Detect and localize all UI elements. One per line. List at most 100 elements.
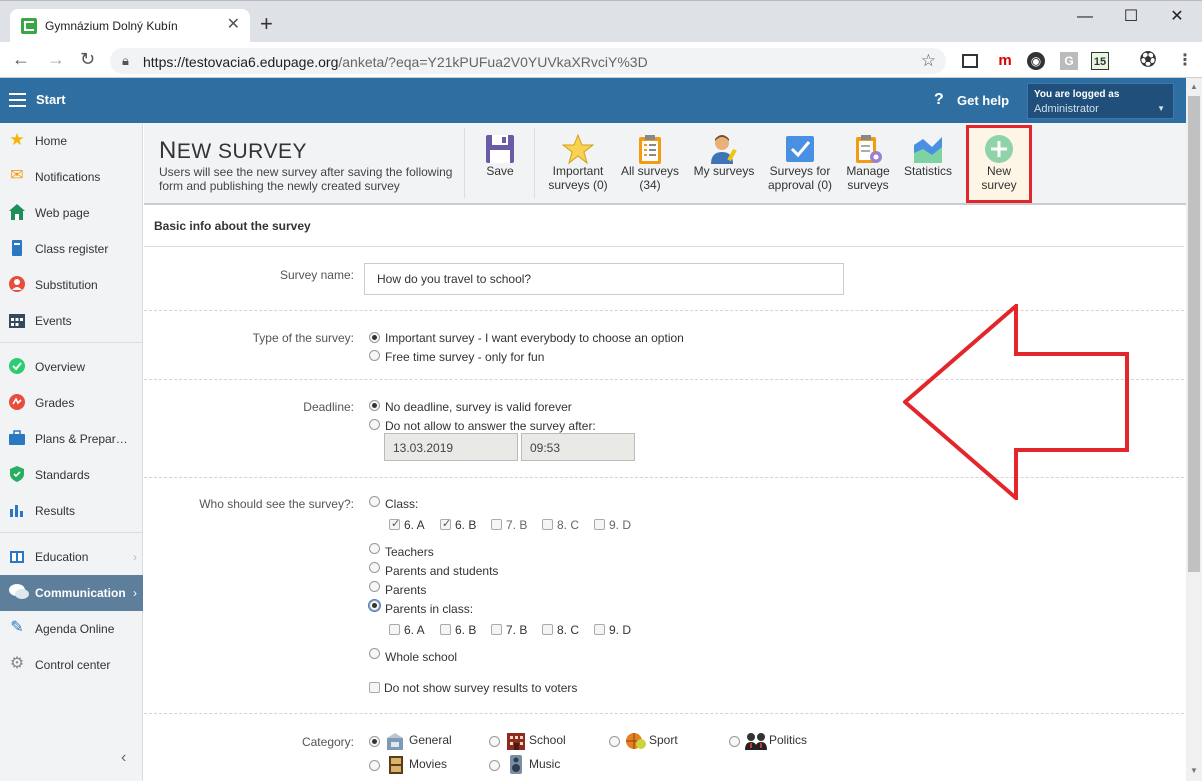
collapse-sidebar-icon[interactable]: ‹ xyxy=(121,749,126,767)
sidebar-item-substitution[interactable]: Substitution xyxy=(0,267,143,303)
no-deadline-option: No deadline, survey is valid forever xyxy=(385,400,572,414)
class-6b-checkbox[interactable] xyxy=(440,517,451,530)
browser-toolbar: ← → ↻ 🔒︎ https://testovacia6.edupage.org… xyxy=(0,42,1202,78)
class-8c-checkbox[interactable] xyxy=(542,519,553,530)
lock-icon: 🔒︎ xyxy=(122,53,129,68)
save-button[interactable]: Save xyxy=(471,128,529,200)
new-survey-button[interactable]: New survey xyxy=(966,125,1032,203)
new-tab-button[interactable]: + xyxy=(260,13,273,35)
sidebar-item-education[interactable]: Education › xyxy=(0,539,143,575)
bookmark-star-icon[interactable]: ☆ xyxy=(921,51,936,71)
parents-radio[interactable] xyxy=(369,581,380,592)
toolbar-divider xyxy=(534,128,535,198)
back-icon[interactable]: ← xyxy=(12,50,30,68)
sidebar-item-results[interactable]: Results xyxy=(0,493,143,529)
important-surveys-button[interactable]: Important surveys (0) xyxy=(544,128,612,200)
user-name: Administrator xyxy=(1034,103,1099,115)
category-politics-radio[interactable] xyxy=(729,736,740,747)
g-extension-icon[interactable]: G xyxy=(1060,52,1078,70)
calendar-extension-icon[interactable]: 15 xyxy=(1091,52,1109,70)
sidebar-item-agenda-online[interactable]: ✎ Agenda Online xyxy=(0,611,143,647)
sidebar-item-class-register[interactable]: Class register xyxy=(0,231,143,267)
parents-class-9d-checkbox[interactable] xyxy=(594,624,605,635)
parents-students-radio[interactable] xyxy=(369,562,380,573)
parents-class-9d-label: 9. D xyxy=(609,623,632,637)
house-icon xyxy=(8,203,26,221)
sidebar-item-grades[interactable]: Grades xyxy=(0,385,143,421)
class-8c-label: 8. C xyxy=(557,518,580,532)
whole-school-option: Whole school xyxy=(385,650,458,664)
scroll-down-icon[interactable]: ▼ xyxy=(1190,766,1198,775)
survey-name-input[interactable]: How do you travel to school? xyxy=(364,263,844,295)
parents-class-8c-checkbox[interactable] xyxy=(542,624,553,635)
deadline-after-radio[interactable] xyxy=(369,419,380,430)
sidebar-item-web-page[interactable]: Web page xyxy=(0,195,143,231)
parents-class-6a-checkbox[interactable] xyxy=(389,624,400,635)
deadline-time-input[interactable]: 09:53 xyxy=(521,433,635,461)
all-surveys-button[interactable]: All surveys (34) xyxy=(618,128,682,200)
surveys-for-approval-button[interactable]: Surveys for approval (0) xyxy=(764,128,836,200)
chevron-right-icon: › xyxy=(133,550,137,564)
manage-surveys-button[interactable]: Manage surveys xyxy=(840,128,896,200)
m-extension-icon[interactable]: m xyxy=(996,52,1014,70)
parents-in-class-option: Parents in class: xyxy=(385,602,474,616)
chevron-down-icon: ▼ xyxy=(1157,104,1165,113)
forward-icon[interactable]: → xyxy=(47,50,65,68)
scroll-thumb[interactable] xyxy=(1188,96,1200,572)
sidebar-item-overview[interactable]: Overview xyxy=(0,349,143,385)
category-sport-radio[interactable] xyxy=(609,736,620,747)
my-surveys-button[interactable]: My surveys xyxy=(690,128,758,200)
class-radio[interactable] xyxy=(369,496,380,507)
url-bar[interactable]: 🔒︎ https://testovacia6.edupage.org/anket… xyxy=(110,48,946,74)
hamburger-menu-icon[interactable] xyxy=(9,93,26,107)
get-help-link[interactable]: Get help xyxy=(957,93,1009,108)
category-general-radio[interactable] xyxy=(369,736,380,747)
sidebar-item-label: Grades xyxy=(35,396,75,410)
parents-in-class-radio[interactable] xyxy=(368,599,381,612)
free-time-survey-radio[interactable] xyxy=(369,350,380,361)
sidebar-item-plans[interactable]: Plans & Prepar… xyxy=(0,421,143,457)
menu-dots-icon[interactable]: ⋮ xyxy=(1176,52,1194,70)
sidebar-item-home[interactable]: ★ Home xyxy=(0,123,143,159)
sidebar-item-communication[interactable]: Communication › xyxy=(0,575,143,611)
profile-extension-icon[interactable]: ⚽︎ xyxy=(1139,52,1157,70)
no-deadline-radio[interactable] xyxy=(369,400,380,411)
class-9d-checkbox[interactable] xyxy=(594,519,605,530)
parents-students-option: Parents and students xyxy=(385,564,499,578)
envelope-icon: ✉ xyxy=(10,167,24,184)
class-7b-checkbox[interactable] xyxy=(491,519,502,530)
deadline-date-input[interactable]: 13.03.2019 xyxy=(384,433,518,461)
sidebar-item-label: Communication xyxy=(35,586,126,600)
tab-close-icon[interactable]: ✕ xyxy=(227,17,240,33)
parents-class-6b-checkbox[interactable] xyxy=(440,624,451,635)
cloud-extension-icon[interactable]: ◉ xyxy=(1027,52,1045,70)
parents-class-7b-checkbox[interactable] xyxy=(491,624,502,635)
whole-school-radio[interactable] xyxy=(369,648,380,659)
screenshot-extension-icon[interactable] xyxy=(962,54,978,68)
minimize-button[interactable]: — xyxy=(1062,7,1108,27)
sidebar-item-events[interactable]: Events xyxy=(0,303,143,339)
section-divider xyxy=(144,246,1184,247)
teachers-radio[interactable] xyxy=(369,543,380,554)
start-link[interactable]: Start xyxy=(36,92,66,107)
sidebar-item-notifications[interactable]: ✉ Notifications xyxy=(0,159,143,195)
scroll-up-icon[interactable]: ▲ xyxy=(1190,82,1198,91)
reload-icon[interactable]: ↻ xyxy=(80,50,95,68)
category-movies-radio[interactable] xyxy=(369,760,380,771)
page-scrollbar[interactable]: ▲ ▼ xyxy=(1186,78,1202,781)
help-icon[interactable]: ? xyxy=(934,91,944,109)
category-school-radio[interactable] xyxy=(489,736,500,747)
category-music-radio[interactable] xyxy=(489,760,500,771)
sidebar-item-standards[interactable]: Standards xyxy=(0,457,143,493)
teachers-option: Teachers xyxy=(385,545,434,559)
class-6a-checkbox[interactable] xyxy=(389,517,400,530)
maximize-button[interactable]: ☐ xyxy=(1108,7,1154,27)
important-survey-radio[interactable] xyxy=(369,332,380,343)
sidebar-item-label: Home xyxy=(35,134,68,148)
hide-results-checkbox[interactable] xyxy=(369,682,380,693)
sidebar-item-control-center[interactable]: ⚙ Control center xyxy=(0,647,143,683)
window-close-button[interactable]: ✕ xyxy=(1154,7,1200,27)
statistics-button[interactable]: Statistics xyxy=(900,128,956,200)
browser-tab[interactable]: Gymnázium Dolný Kubín ✕ xyxy=(10,9,250,43)
user-menu[interactable]: You are logged as Administrator ▼ xyxy=(1027,83,1174,119)
